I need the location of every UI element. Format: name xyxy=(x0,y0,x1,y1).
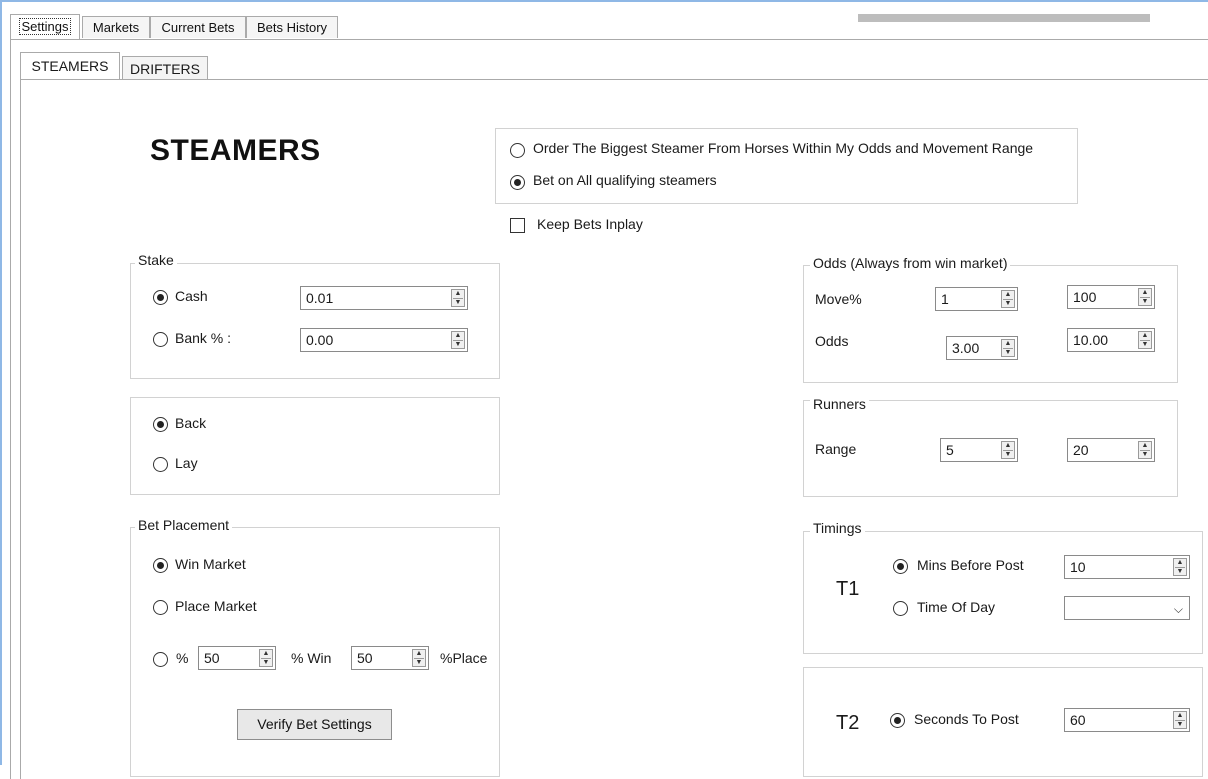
split-percent-radio[interactable] xyxy=(153,652,168,667)
bet-type-group xyxy=(130,397,500,495)
stake-cash-input[interactable]: 0.01 ▲ ▼ xyxy=(300,286,468,310)
runners-max-stepper[interactable]: ▲ ▼ xyxy=(1138,441,1152,459)
tab-current-bets[interactable]: Current Bets xyxy=(150,16,246,38)
tab-settings[interactable]: Settings xyxy=(10,14,80,40)
odds-min-input[interactable]: 3.00 ▲ ▼ xyxy=(946,336,1018,360)
mins-before-post-input[interactable]: 10 ▲ ▼ xyxy=(1064,555,1190,579)
timings-legend: Timings xyxy=(810,520,865,536)
runners-max-input[interactable]: 20 ▲ ▼ xyxy=(1067,438,1155,462)
place-market-radio[interactable] xyxy=(153,600,168,615)
stake-cash-value: 0.01 xyxy=(306,290,334,306)
tab-settings-label: Settings xyxy=(18,18,72,35)
move-max-value: 100 xyxy=(1073,289,1097,305)
stake-bank-value: 0.00 xyxy=(306,332,334,348)
odds-legend: Odds (Always from win market) xyxy=(810,255,1011,271)
time-of-day-dropdown[interactable]: ⌵ xyxy=(1064,596,1190,620)
time-of-day-radio[interactable] xyxy=(893,601,908,616)
stake-cash-radio[interactable] xyxy=(153,290,168,305)
bet-lay-radio[interactable] xyxy=(153,457,168,472)
place-percent-label: %Place xyxy=(440,650,488,666)
win-percent-label: % Win xyxy=(291,650,332,666)
win-percent-input[interactable]: 50 ▲ ▼ xyxy=(198,646,276,670)
subtab-drifters[interactable]: DRIFTERS xyxy=(122,56,208,80)
move-min-stepper[interactable]: ▲ ▼ xyxy=(1001,290,1015,308)
keep-inplay-checkbox[interactable] xyxy=(510,218,525,233)
window-border-top xyxy=(0,0,1208,2)
subtab-steamers[interactable]: STEAMERS xyxy=(20,52,120,80)
runners-max-value: 20 xyxy=(1073,442,1089,458)
seconds-to-post-input[interactable]: 60 ▲ ▼ xyxy=(1064,708,1190,732)
chevron-down-icon[interactable]: ⌵ xyxy=(1174,598,1183,620)
runners-min-stepper[interactable]: ▲ ▼ xyxy=(1001,441,1015,459)
place-percent-value: 50 xyxy=(357,650,373,666)
split-percent-label: % xyxy=(176,650,189,666)
bet-placement-legend: Bet Placement xyxy=(135,517,233,533)
runners-min-input[interactable]: 5 ▲ ▼ xyxy=(940,438,1018,462)
win-market-label: Win Market xyxy=(175,556,246,572)
stake-legend: Stake xyxy=(135,252,177,268)
seconds-to-post-label: Seconds To Post xyxy=(914,711,1019,727)
runners-min-value: 5 xyxy=(946,442,954,458)
mins-before-post-value: 10 xyxy=(1070,559,1086,575)
progress-strip xyxy=(858,14,1150,22)
mode-order-biggest-label: Order The Biggest Steamer From Horses Wi… xyxy=(533,140,1034,156)
timings-group xyxy=(803,531,1203,654)
odds-max-stepper[interactable]: ▲ ▼ xyxy=(1138,331,1152,349)
keep-inplay-label: Keep Bets Inplay xyxy=(537,216,643,232)
mins-before-post-label: Mins Before Post xyxy=(917,557,1024,573)
odds-label: Odds xyxy=(815,333,849,349)
seconds-to-post-value: 60 xyxy=(1070,712,1086,728)
mins-before-post-radio[interactable] xyxy=(893,559,908,574)
odds-min-stepper[interactable]: ▲ ▼ xyxy=(1001,339,1015,357)
range-label: Range xyxy=(815,441,857,457)
stake-cash-stepper[interactable]: ▲ ▼ xyxy=(451,289,465,307)
runners-legend: Runners xyxy=(810,396,869,412)
stake-bank-label: Bank % : xyxy=(175,330,232,346)
stake-cash-label: Cash xyxy=(175,288,208,304)
time-of-day-label: Time Of Day xyxy=(917,599,996,615)
odds-min-value: 3.00 xyxy=(952,340,980,356)
odds-group xyxy=(803,265,1178,383)
t1-label: T1 xyxy=(836,578,860,600)
mode-all-steamers-radio[interactable] xyxy=(510,175,525,190)
stake-bank-input[interactable]: 0.00 ▲ ▼ xyxy=(300,328,468,352)
move-max-stepper[interactable]: ▲ ▼ xyxy=(1138,288,1152,306)
place-percent-stepper[interactable]: ▲ ▼ xyxy=(412,649,426,667)
odds-max-value: 10.00 xyxy=(1073,332,1109,348)
stake-group xyxy=(130,263,500,379)
place-percent-input[interactable]: 50 ▲ ▼ xyxy=(351,646,429,670)
page-title: STEAMERS xyxy=(150,134,321,167)
window-border-left xyxy=(0,0,2,765)
mode-order-biggest-radio[interactable] xyxy=(510,143,525,158)
bet-back-radio[interactable] xyxy=(153,417,168,432)
move-min-value: 1 xyxy=(941,291,949,307)
move-max-input[interactable]: 100 ▲ ▼ xyxy=(1067,285,1155,309)
move-min-input[interactable]: 1 ▲ ▼ xyxy=(935,287,1018,311)
place-market-label: Place Market xyxy=(175,598,257,614)
bet-lay-label: Lay xyxy=(175,455,198,471)
tab-markets[interactable]: Markets xyxy=(82,16,150,38)
win-percent-stepper[interactable]: ▲ ▼ xyxy=(259,649,273,667)
win-market-radio[interactable] xyxy=(153,558,168,573)
tab-bets-history[interactable]: Bets History xyxy=(246,16,338,38)
seconds-to-post-stepper[interactable]: ▲ ▼ xyxy=(1173,711,1187,729)
win-percent-value: 50 xyxy=(204,650,220,666)
seconds-to-post-radio[interactable] xyxy=(890,713,905,728)
move-percent-label: Move% xyxy=(815,291,862,307)
odds-max-input[interactable]: 10.00 ▲ ▼ xyxy=(1067,328,1155,352)
mode-all-steamers-label: Bet on All qualifying steamers xyxy=(533,172,717,188)
t2-label: T2 xyxy=(836,712,860,734)
bet-back-label: Back xyxy=(175,415,207,431)
stake-bank-radio[interactable] xyxy=(153,332,168,347)
verify-bet-settings-button[interactable]: Verify Bet Settings xyxy=(237,709,392,740)
stake-bank-stepper[interactable]: ▲ ▼ xyxy=(451,331,465,349)
mins-before-post-stepper[interactable]: ▲ ▼ xyxy=(1173,558,1187,576)
